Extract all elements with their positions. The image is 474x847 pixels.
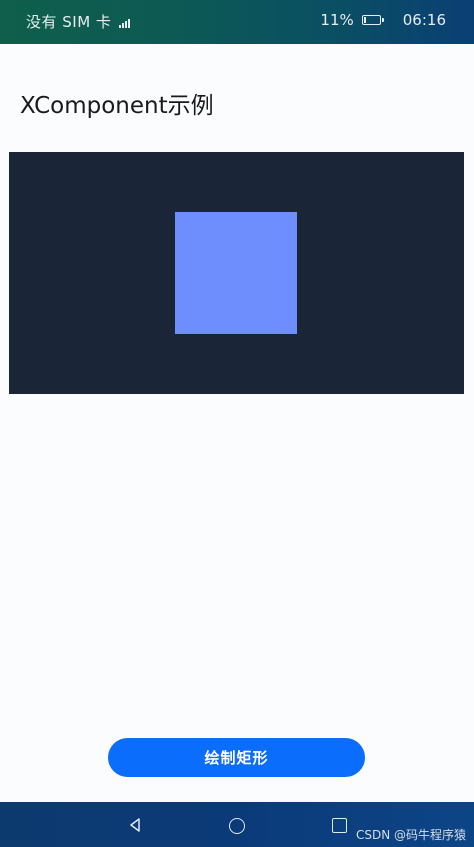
status-bar: 没有 SIM 卡 11% 06:16 (0, 0, 474, 44)
page-title: XComponent示例 (20, 93, 214, 119)
watermark: CSDN @码牛程序猿 (355, 828, 466, 842)
xcomponent-canvas[interactable] (9, 152, 464, 394)
battery-percent: 11% (320, 11, 354, 29)
home-icon[interactable] (229, 818, 245, 834)
drawn-rectangle (175, 212, 297, 334)
status-right: 11% 06:16 (320, 11, 446, 29)
carrier-text: 没有 SIM 卡 (26, 13, 112, 31)
back-icon[interactable] (128, 818, 142, 832)
clock: 06:16 (402, 11, 446, 29)
draw-rectangle-button[interactable]: 绘制矩形 (108, 738, 365, 777)
status-left: 没有 SIM 卡 (26, 11, 131, 32)
app-screen: 没有 SIM 卡 11% 06:16 XComponent示例 绘制矩形 CSD… (0, 0, 474, 847)
battery-icon (361, 15, 384, 25)
signal-icon (119, 16, 131, 28)
recent-apps-icon[interactable] (332, 818, 347, 833)
